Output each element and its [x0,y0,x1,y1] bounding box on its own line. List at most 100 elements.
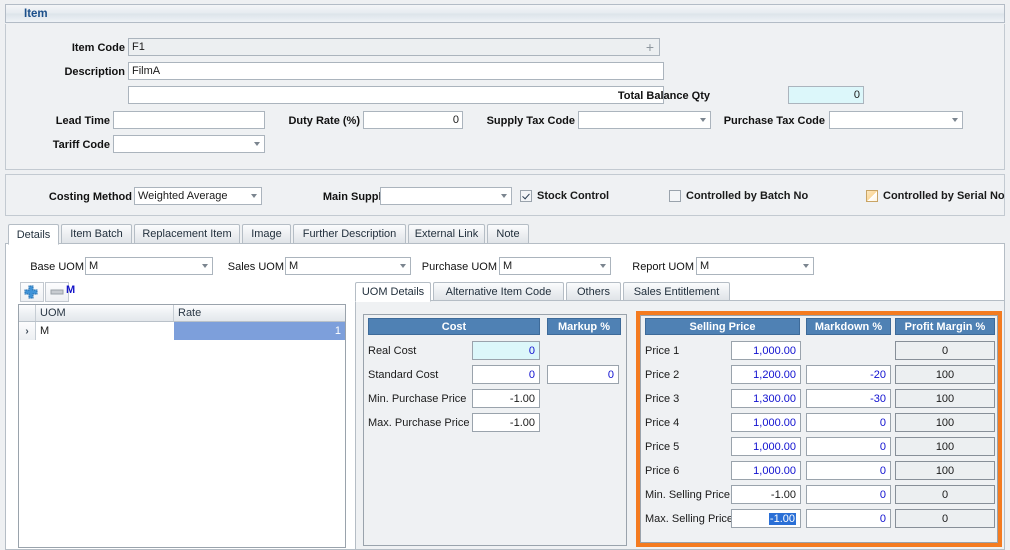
standard-cost-input[interactable]: 0 [472,365,540,384]
row-selector-icon[interactable]: › [19,322,36,340]
tab-item-batch[interactable]: Item Batch [61,224,132,244]
tariff-code-select[interactable] [113,135,265,153]
min-selling-price-input[interactable]: -1.00 [731,485,801,504]
max-selling-price-markdown-input[interactable]: 0 [806,509,891,528]
profit-margin-column-header: Profit Margin % [895,318,995,335]
price-5-markdown-input[interactable]: 0 [806,437,891,456]
sales-uom-select[interactable]: M [285,257,411,275]
tab-image[interactable]: Image [242,224,291,244]
tab-note[interactable]: Note [487,224,529,244]
max-selling-price-input[interactable]: -1.00 [731,509,801,528]
item-code-input[interactable]: F1 + [128,38,660,56]
report-uom-select[interactable]: M [696,257,814,275]
table-row[interactable]: › M 1 [19,322,345,340]
checkbox-icon[interactable] [866,190,878,202]
min-selling-price-label: Min. Selling Price [645,486,730,503]
max-purchase-price-label: Max. Purchase Price [368,414,469,431]
base-uom-select[interactable]: M [85,257,213,275]
chevron-down-icon[interactable] [202,264,208,268]
total-balance-qty-input[interactable]: 0 [788,86,864,104]
chevron-down-icon[interactable] [501,194,507,198]
tab-label: Further Description [303,228,397,240]
price-1-input[interactable]: 1,000.00 [731,341,801,360]
purchase-tax-code-select[interactable] [829,111,963,129]
price-1-margin: 0 [895,341,995,360]
purchase-uom-label: Purchase UOM [415,261,497,273]
chevron-down-icon[interactable] [803,264,809,268]
price-4-input[interactable]: 1,000.00 [731,413,801,432]
chevron-down-icon[interactable] [700,118,706,122]
price-3-margin: 100 [895,389,995,408]
tab-further-description[interactable]: Further Description [293,224,406,244]
add-uom-button[interactable] [20,282,44,302]
price-5-input[interactable]: 1,000.00 [731,437,801,456]
description-input-2[interactable] [128,86,664,104]
checkbox-icon[interactable] [669,190,681,202]
lead-time-input[interactable] [113,111,265,129]
tab-details[interactable]: Details [8,224,59,245]
cell-uom[interactable]: M [36,322,174,340]
tab-label: Note [496,228,519,240]
description-value: FilmA [132,66,160,77]
tab-replacement-item[interactable]: Replacement Item [134,224,240,244]
chevron-down-icon[interactable] [600,264,606,268]
item-maintenance-window: Item Item Code F1 + Description FilmA To… [0,0,1010,550]
item-code-label: Item Code [30,42,125,54]
max-selling-price-margin: 0 [895,509,995,528]
column-header-rate[interactable]: Rate [174,305,345,321]
price-6-margin: 100 [895,461,995,480]
tab-sales-entitlement[interactable]: Sales Entitlement [623,282,730,301]
max-purchase-price-input[interactable]: -1.00 [472,413,540,432]
uom-grid-header: UOM Rate [19,305,345,322]
controlled-by-serial-no-checkbox[interactable]: Controlled by Serial No [866,190,1005,202]
row-indicator-header [19,305,36,321]
report-uom-value: M [700,261,709,272]
stock-control-checkbox[interactable]: Stock Control [520,190,609,202]
main-supplier-select[interactable] [380,187,512,205]
tab-label: Item Batch [70,228,123,240]
total-balance-qty-value: 0 [854,90,860,101]
price-4-markdown-input[interactable]: 0 [806,413,891,432]
price-2-input[interactable]: 1,200.00 [731,365,801,384]
tab-alternative-item-code[interactable]: Alternative Item Code [433,282,564,301]
chevron-down-icon[interactable] [952,118,958,122]
base-uom-value: M [89,261,98,272]
duty-rate-input[interactable]: 0 [363,111,463,129]
purchase-uom-select[interactable]: M [499,257,611,275]
supply-tax-code-select[interactable] [578,111,711,129]
tab-label: Sales Entitlement [634,286,720,298]
real-cost-label: Real Cost [368,342,416,359]
real-cost-input[interactable]: 0 [472,341,540,360]
checkbox-icon[interactable] [520,190,532,202]
description-input[interactable]: FilmA [128,62,664,80]
tab-external-link[interactable]: External Link [408,224,485,244]
costing-method-select[interactable]: Weighted Average [134,187,262,205]
costing-method-label: Costing Method [32,191,132,203]
price-4-label: Price 4 [645,414,679,431]
cell-rate[interactable]: 1 [174,322,345,340]
plus-icon[interactable]: + [646,42,654,52]
tab-uom-details[interactable]: UOM Details [355,282,431,302]
costing-method-value: Weighted Average [138,191,228,202]
chevron-down-icon[interactable] [254,142,260,146]
cost-column-header: Cost [368,318,540,335]
price-3-label: Price 3 [645,390,679,407]
min-purchase-price-input[interactable]: -1.00 [472,389,540,408]
min-selling-price-markdown-input[interactable]: 0 [806,485,891,504]
chevron-down-icon[interactable] [400,264,406,268]
uom-badge: M [66,284,75,296]
price-3-markdown-input[interactable]: -30 [806,389,891,408]
price-2-markdown-input[interactable]: -20 [806,365,891,384]
tab-label: Details [17,229,51,241]
uom-data-grid[interactable]: UOM Rate › M 1 [18,304,346,548]
price-3-input[interactable]: 1,300.00 [731,389,801,408]
min-selling-price-margin: 0 [895,485,995,504]
chevron-down-icon[interactable] [251,194,257,198]
standard-cost-markup-input[interactable]: 0 [547,365,619,384]
price-6-input[interactable]: 1,000.00 [731,461,801,480]
description-label: Description [30,66,125,78]
tab-others[interactable]: Others [566,282,621,301]
price-6-markdown-input[interactable]: 0 [806,461,891,480]
column-header-uom[interactable]: UOM [36,305,174,321]
controlled-by-batch-no-checkbox[interactable]: Controlled by Batch No [669,190,808,202]
